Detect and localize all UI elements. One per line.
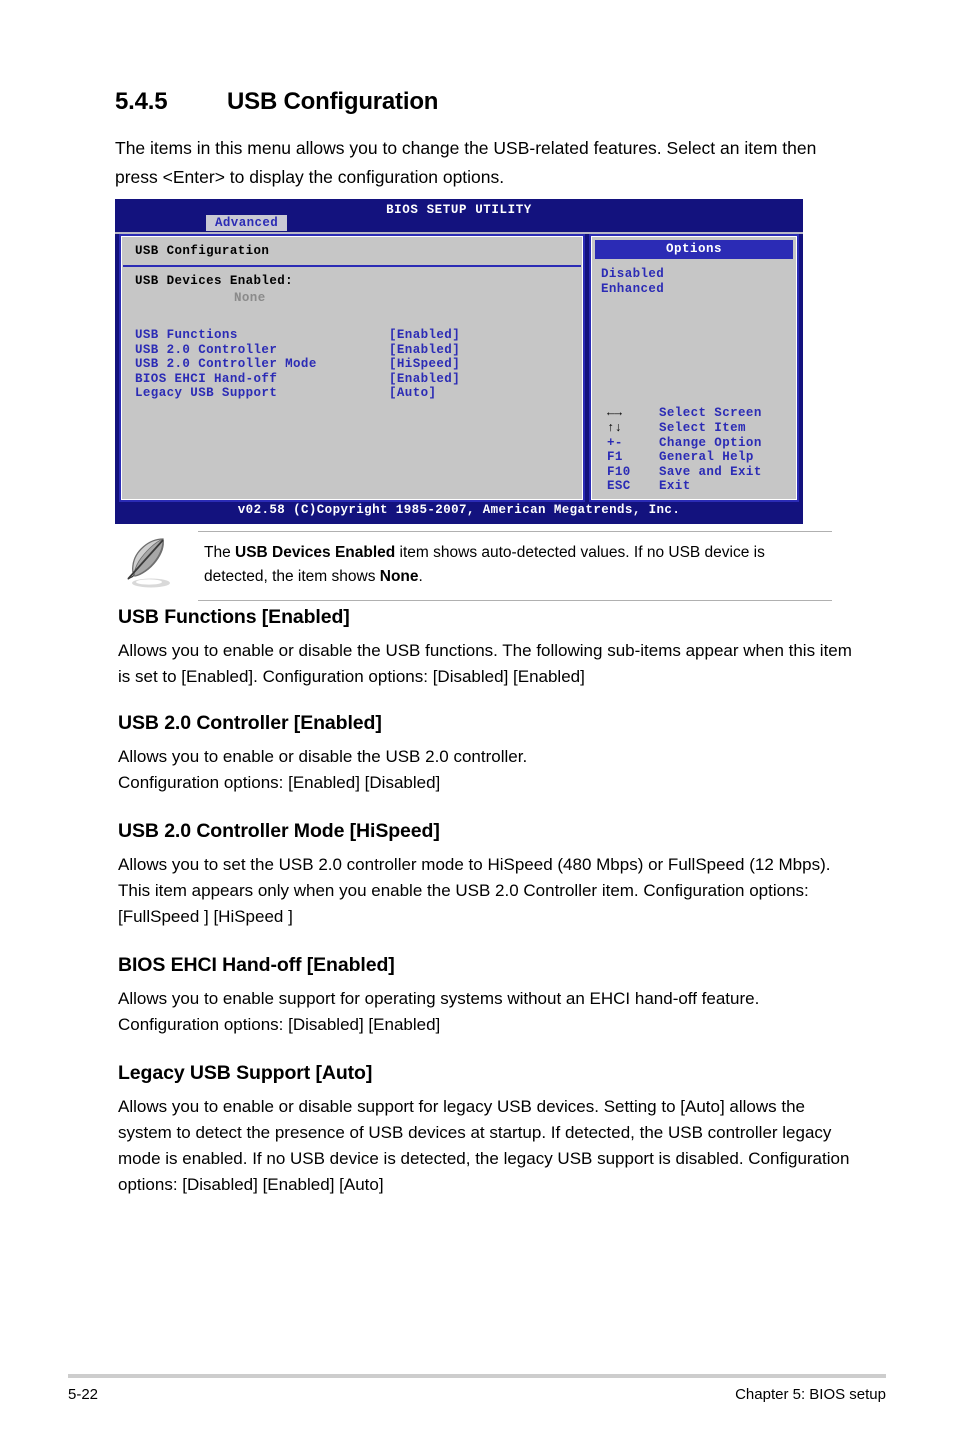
note-bold-none: None xyxy=(379,568,419,585)
section-number: 5.4.5 xyxy=(115,88,168,115)
esc-key: ESC xyxy=(607,479,631,494)
bios-item-list: USB Functions [Enabled] USB 2.0 Controll… xyxy=(135,328,460,401)
left-right-arrow-icon: ←→ xyxy=(607,406,623,421)
note-text: The USB Devices Enabled item shows auto-… xyxy=(198,532,832,600)
bios-body: USB Configuration USB Devices Enabled: N… xyxy=(119,234,799,502)
note-text-before: The xyxy=(204,544,236,561)
bios-item-label: BIOS EHCI Hand-off xyxy=(135,371,278,386)
legend-row: ESC Exit xyxy=(607,479,762,494)
bios-setup-screen: BIOS SETUP UTILITY Advanced USB Configur… xyxy=(115,199,803,524)
footer-page-number: 5-22 xyxy=(68,1386,99,1403)
legend-description: Change Option xyxy=(659,435,762,450)
bios-option-item[interactable]: Enhanced xyxy=(601,282,664,297)
bios-config-rule xyxy=(123,265,581,267)
legend-row: ←→ Select Screen xyxy=(607,406,762,421)
bios-item-row[interactable]: USB 2.0 Controller [Enabled] xyxy=(135,343,460,358)
legend-row: ↑↓ Select Item xyxy=(607,421,762,436)
bios-devices-enabled-label: USB Devices Enabled: xyxy=(135,274,294,288)
subsection-bios-ehci-hand-off: BIOS EHCI Hand-off [Enabled] Allows you … xyxy=(118,954,858,1038)
legend-description: Save and Exit xyxy=(659,464,762,479)
subsection-usb-20-controller: USB 2.0 Controller [Enabled] Allows you … xyxy=(118,712,858,796)
bios-item-label: USB Functions xyxy=(135,328,238,342)
bios-item-row[interactable]: USB Functions [Enabled] xyxy=(135,328,460,343)
bios-item-value: [HiSpeed] xyxy=(389,357,461,372)
note-bottom-rule xyxy=(198,600,832,601)
section-title: USB Configuration xyxy=(227,88,439,115)
note-bold-devices-enabled: USB Devices Enabled xyxy=(235,544,396,561)
bios-item-row[interactable]: Legacy USB Support [Auto] xyxy=(135,386,460,401)
subsection-body: Allows you to enable or disable the USB … xyxy=(118,747,528,792)
subsection-heading: USB 2.0 Controller Mode [HiSpeed] xyxy=(118,820,440,842)
bios-item-label: Legacy USB Support xyxy=(135,386,278,401)
bios-item-label: USB 2.0 Controller xyxy=(135,342,278,357)
bios-item-value: [Enabled] xyxy=(389,371,461,386)
legend-description: Exit xyxy=(659,479,691,494)
bios-option-item[interactable]: Disabled xyxy=(601,267,664,282)
bios-item-row[interactable]: BIOS EHCI Hand-off [Enabled] xyxy=(135,372,460,387)
legend-description: General Help xyxy=(659,450,754,465)
subsection-heading: Legacy USB Support [Auto] xyxy=(118,1062,373,1084)
bios-options-list: Disabled Enhanced xyxy=(601,267,664,296)
bios-devices-enabled-value: None xyxy=(234,291,266,305)
bios-tab-advanced[interactable]: Advanced xyxy=(206,215,288,231)
subsection-usb-functions: USB Functions [Enabled] Allows you to en… xyxy=(118,606,858,690)
subsection-body: Allows you to enable support for operati… xyxy=(118,989,760,1034)
legend-row: F10 Save and Exit xyxy=(607,465,762,480)
subsection-usb-20-controller-mode: USB 2.0 Controller Mode [HiSpeed] Allows… xyxy=(118,820,858,930)
bios-options-panel: Options Disabled Enhanced ←→ Select Scre… xyxy=(589,234,799,502)
bios-item-value: [Enabled] xyxy=(389,328,461,342)
legend-description: Select Item xyxy=(659,421,746,436)
bios-item-value: [Auto] xyxy=(389,386,437,401)
bios-item-value: [Enabled] xyxy=(389,342,461,357)
bios-config-title: USB Configuration xyxy=(135,244,270,258)
up-down-arrow-icon: ↑↓ xyxy=(607,421,623,436)
bios-copyright-bar: v02.58 (C)Copyright 1985-2007, American … xyxy=(115,502,803,524)
subsection-body: Allows you to enable or disable support … xyxy=(118,1097,850,1194)
plus-minus-key: +- xyxy=(607,435,623,450)
bios-item-label: USB 2.0 Controller Mode xyxy=(135,357,317,372)
legend-row: F1 General Help xyxy=(607,450,762,465)
quill-pen-icon xyxy=(119,533,181,595)
intro-paragraph: The items in this menu allows you to cha… xyxy=(115,138,817,187)
bios-item-row[interactable]: USB 2.0 Controller Mode [HiSpeed] xyxy=(135,357,460,372)
note-callout: The USB Devices Enabled item shows auto-… xyxy=(198,531,832,601)
subsection-body: Allows you to enable or disable the USB … xyxy=(118,641,852,686)
bios-options-header: Options xyxy=(595,240,793,259)
subsection-legacy-usb-support: Legacy USB Support [Auto] Allows you to … xyxy=(118,1062,858,1198)
subsection-heading: USB Functions [Enabled] xyxy=(118,606,350,628)
subsection-heading: USB 2.0 Controller [Enabled] xyxy=(118,712,382,734)
legend-row: +- Change Option xyxy=(607,436,762,451)
legend-description: Select Screen xyxy=(659,406,762,421)
f10-key: F10 xyxy=(607,464,631,479)
footer-chapter: Chapter 5: BIOS setup xyxy=(735,1386,886,1403)
subsection-body: Allows you to set the USB 2.0 controller… xyxy=(118,855,831,926)
note-text-after: . xyxy=(418,568,423,585)
subsection-heading: BIOS EHCI Hand-off [Enabled] xyxy=(118,954,395,976)
page-title: 5.4.5 USB Configuration xyxy=(115,88,875,116)
bios-config-panel: USB Configuration USB Devices Enabled: N… xyxy=(119,234,585,502)
bios-key-legend: ←→ Select Screen ↑↓ Select Item +- Chang… xyxy=(607,406,762,494)
f1-key: F1 xyxy=(607,450,623,465)
manual-page: 5.4.5 USB Configuration The items in thi… xyxy=(0,0,954,1438)
footer-rule xyxy=(68,1374,886,1378)
